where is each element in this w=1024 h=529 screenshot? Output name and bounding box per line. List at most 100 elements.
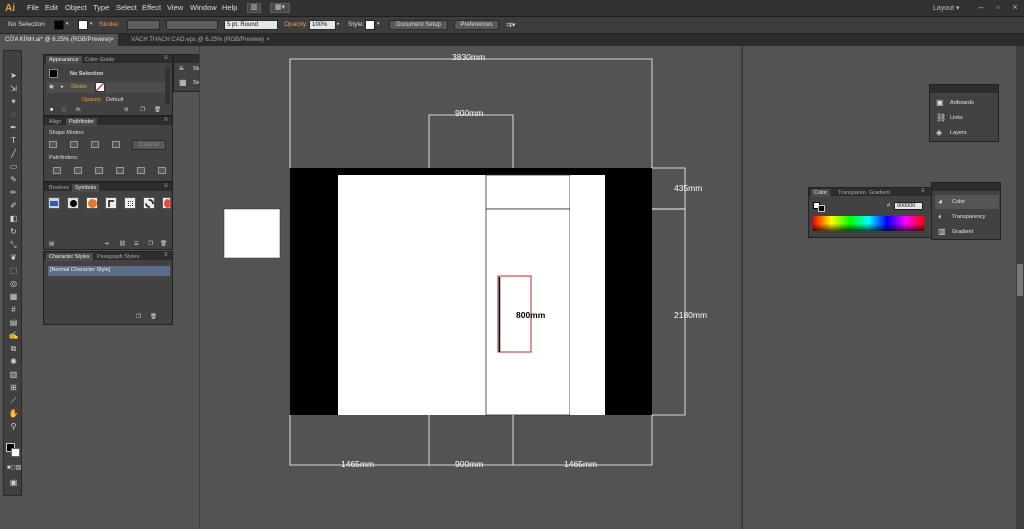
tab-pathfinder[interactable]: Pathfinder [66, 118, 98, 126]
transparency-panel-button[interactable]: ◐ Transparency [935, 210, 985, 224]
line-tool-icon[interactable]: ╱ [7, 148, 20, 159]
chevron-right-icon[interactable]: ▸ [337, 21, 340, 27]
intersect-icon[interactable] [91, 141, 99, 148]
trash-icon[interactable]: 🗑 [154, 107, 161, 113]
disclosure-triangle-icon[interactable]: ▸ [61, 84, 64, 90]
close-tab-icon[interactable]: × [266, 34, 270, 46]
tab-align[interactable]: Align [46, 118, 64, 126]
eye-icon[interactable]: ◉ [49, 84, 54, 90]
tab-cua-kinh[interactable]: CỬA KÍNH.ai* @ 6.25% (RGB/Preview) × [0, 34, 118, 46]
chevron-down-icon[interactable]: ▾ [377, 21, 380, 27]
stroke-label[interactable]: Stroke: [99, 21, 120, 28]
symbol-blue-banner[interactable] [48, 197, 60, 209]
tab-vach-thach-cao[interactable]: VÁCH THẠCH CAO.eps @ 6.25% (RGB/Preview)… [126, 34, 274, 46]
tab-gradient[interactable]: Gradient [866, 189, 893, 197]
rectangle-tool-icon[interactable]: ▭ [7, 161, 20, 172]
scroll-thumb[interactable] [1017, 264, 1023, 296]
divide-icon[interactable] [53, 167, 61, 174]
stroke-weight-field[interactable] [127, 20, 160, 30]
tab-appearance[interactable]: Appearance [46, 56, 82, 64]
zoom-tool-icon[interactable]: ⚲ [7, 421, 20, 432]
crop-icon[interactable] [116, 167, 124, 174]
tab-character-styles[interactable]: Character Styles [46, 253, 93, 261]
restore-icon[interactable]: ▫ [992, 2, 1004, 13]
panel-menu-icon[interactable]: ≡ [164, 55, 168, 61]
trash-icon[interactable]: 🗑 [160, 241, 167, 247]
artboard-tool-icon[interactable]: ⊞ [7, 382, 20, 393]
panel-menu-icon[interactable]: ≡ [164, 117, 168, 123]
menu-select[interactable]: Select [116, 3, 137, 13]
warp-tool-icon[interactable]: ❦ [7, 252, 20, 263]
symbol-libraries-icon[interactable]: ▤ [49, 241, 54, 247]
blob-brush-tool-icon[interactable]: ✐ [7, 200, 20, 211]
place-symbol-icon[interactable]: ⇥ [104, 241, 109, 247]
paintbrush-tool-icon[interactable]: ✎ [7, 174, 20, 185]
direct-selection-tool-icon[interactable]: ⇲ [7, 83, 20, 94]
clear-appearance-icon[interactable]: ⊘ [124, 107, 129, 113]
menu-view[interactable]: View [167, 3, 183, 13]
panel-menu-icon[interactable]: ≡ [164, 252, 168, 258]
symbol-gear[interactable] [143, 197, 155, 209]
trim-icon[interactable] [74, 167, 82, 174]
stroke-none-swatch[interactable] [95, 82, 105, 92]
trash-icon[interactable]: 🗑 [150, 314, 157, 320]
symbol-corner[interactable] [105, 197, 117, 209]
symbol-orange-circle[interactable] [86, 197, 98, 209]
slice-tool-icon[interactable]: ⟋ [7, 395, 20, 406]
symbol-flower[interactable] [162, 197, 171, 209]
symbol-splat[interactable] [67, 197, 79, 209]
chevron-down-icon[interactable]: ▾ [90, 21, 93, 27]
arrange-icon[interactable]: ⇉▾ [506, 21, 515, 29]
artboards-panel-button[interactable]: ▣ Artboards [933, 96, 974, 110]
pen-tool-icon[interactable]: ✒ [7, 122, 20, 133]
rotate-tool-icon[interactable]: ↻ [7, 226, 20, 237]
minus-back-icon[interactable] [158, 167, 166, 174]
preferences-button[interactable]: Preferences [454, 20, 499, 30]
new-symbol-icon[interactable]: ❐ [148, 241, 153, 247]
type-tool-icon[interactable]: T [7, 135, 20, 146]
tab-color[interactable]: Color [811, 189, 831, 197]
symbol-dots[interactable] [124, 197, 136, 209]
perspective-grid-tool-icon[interactable]: ▦ [7, 291, 20, 302]
menu-type[interactable]: Type [93, 3, 109, 13]
pencil-tool-icon[interactable]: ✏ [7, 187, 20, 198]
opacity-label[interactable]: Opacity: [284, 21, 308, 28]
tab-transparency[interactable]: Transparen [835, 189, 869, 197]
menu-window[interactable]: Window [190, 3, 217, 13]
panel-menu-icon[interactable]: ≡ [164, 183, 168, 189]
tab-paragraph-styles[interactable]: Paragraph Styles [94, 253, 142, 261]
scale-tool-icon[interactable]: ⤡ [7, 239, 20, 250]
links-panel-button[interactable]: ⛓ Links [933, 111, 963, 125]
break-link-icon[interactable]: ⛓ [119, 241, 126, 247]
menu-object[interactable]: Object [65, 3, 87, 13]
merge-icon[interactable] [95, 167, 103, 174]
minus-front-icon[interactable] [70, 141, 78, 148]
minimize-icon[interactable]: – [975, 2, 987, 13]
brush-definition-dropdown[interactable]: 5 pt. Round [224, 20, 278, 30]
close-tab-icon[interactable]: × [110, 34, 114, 46]
hex-input[interactable]: 000000 [894, 202, 923, 210]
menu-effect[interactable]: Effect [142, 3, 161, 13]
add-fill-icon[interactable]: □ [62, 107, 65, 113]
opacity-field[interactable]: 100% [309, 20, 336, 30]
eraser-tool-icon[interactable]: ◧ [7, 213, 20, 224]
gradient-panel-button[interactable]: ▥ Gradient [935, 225, 973, 239]
exclude-icon[interactable] [112, 141, 120, 148]
stroke-swatch[interactable] [78, 20, 88, 30]
unite-icon[interactable] [49, 141, 57, 148]
shape-builder-tool-icon[interactable]: ◎ [7, 278, 20, 289]
opacity-label[interactable]: Opacity: [82, 97, 102, 103]
outline-icon[interactable] [137, 167, 145, 174]
color-mode-icons[interactable]: ■◻▨ [7, 463, 21, 474]
selection-tool-icon[interactable]: ➤ [7, 70, 20, 81]
workspace-switcher[interactable]: Layout ▾ [933, 4, 959, 12]
eyedropper-tool-icon[interactable]: ✍ [7, 330, 20, 341]
menu-edit[interactable]: Edit [45, 3, 58, 13]
stroke-label[interactable]: Stroke [71, 84, 87, 90]
add-stroke-icon[interactable]: ■ [50, 107, 53, 113]
tab-color-guide[interactable]: Color Guide [82, 56, 117, 64]
arrange-documents-icon[interactable]: ▦▾ [270, 3, 290, 13]
close-icon[interactable]: × [1009, 2, 1021, 13]
color-panel-button[interactable]: ◕ Color [935, 195, 999, 209]
tab-symbols[interactable]: Symbols [72, 184, 100, 192]
